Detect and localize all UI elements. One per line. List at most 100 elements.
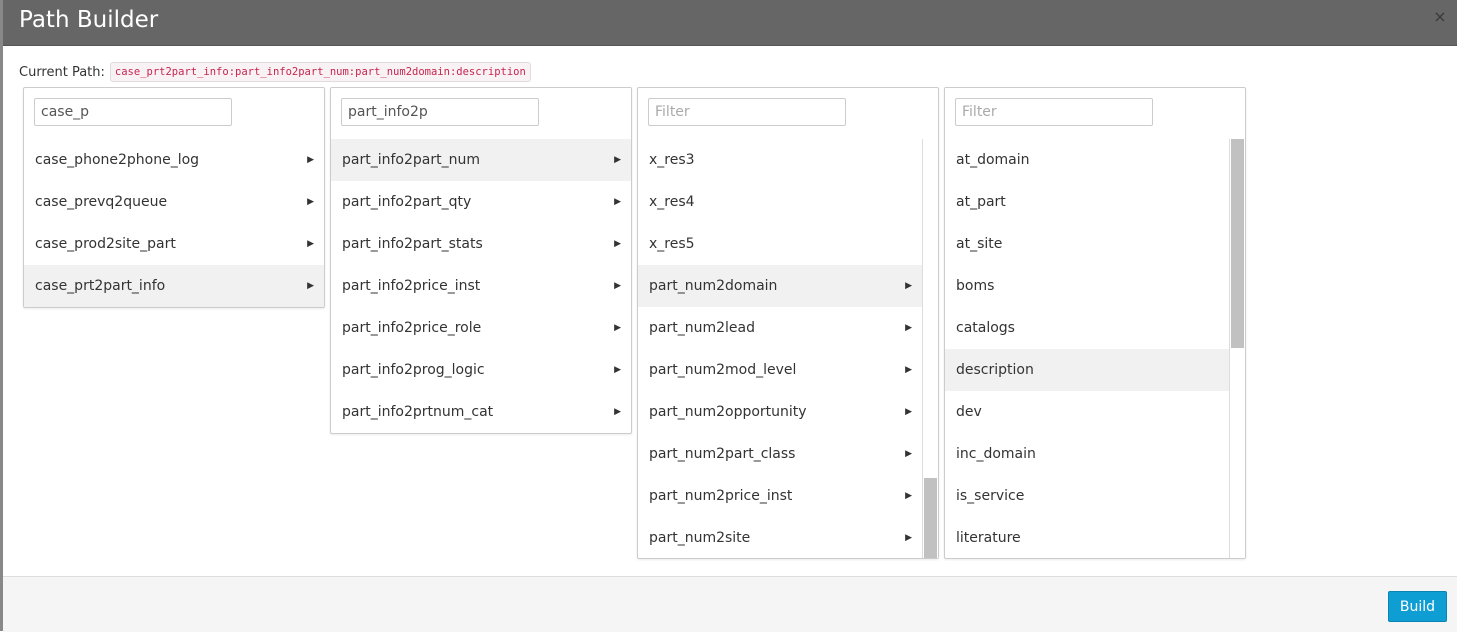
column-1-filter-input[interactable] [34,98,232,126]
list-item-label: part_info2prog_logic [342,362,485,378]
arrow-right-icon: ▶ [614,239,621,249]
list-item[interactable]: case_prod2site_part ▶ [24,223,324,265]
list-item[interactable]: part_info2price_inst ▶ [331,265,631,307]
list-item[interactable]: part_num2site ▶ [638,517,922,558]
path-column-1: case_phone2phone_log▶case_prevq2queue▶ca… [23,87,325,308]
list-item[interactable]: x_res3 [638,139,922,181]
list-item-label: case_prevq2queue [35,194,168,210]
column-2-filter-input[interactable] [341,98,539,126]
list-item-label: at_site [956,236,1003,252]
close-icon[interactable]: × [1433,9,1447,25]
list-item[interactable]: literature [945,517,1229,558]
current-path: Current Path: case_prt2part_info:part_in… [19,62,531,82]
path-column-4: at_domain at_part at_siteboms catalogs descr… [944,87,1246,559]
list-item-label: part_info2part_num [342,152,480,168]
list-item-label: x_res5 [649,236,695,252]
list-item-label: description [956,362,1034,378]
list-item[interactable]: part_num2mod_level ▶ [638,349,922,391]
list-item[interactable]: part_info2prtnum_cat ▶ [331,391,631,433]
list-item-label: boms [956,278,995,294]
list-item[interactable]: at_part [945,181,1229,223]
column-4-scroll-thumb[interactable] [1231,139,1244,348]
list-item-label: part_num2site [649,530,751,546]
list-item[interactable]: part_num2part_class ▶ [638,433,922,475]
list-item-label: part_info2price_inst [342,278,481,294]
list-item[interactable]: at_domain [945,139,1229,181]
dialog-title: Path Builder [19,7,159,33]
arrow-right-icon: ▶ [905,449,912,459]
list-item[interactable]: part_info2price_role ▶ [331,307,631,349]
dialog-footer [3,576,1457,632]
list-item-label: case_phone2phone_log [35,152,200,168]
list-item-label: part_num2domain [649,278,778,294]
list-item[interactable]: part_num2opportunity ▶ [638,391,922,433]
arrow-right-icon: ▶ [614,323,621,333]
arrow-right-icon: ▶ [905,281,912,291]
arrow-right-icon: ▶ [905,365,912,375]
column-4-scrollbar[interactable] [1229,139,1245,558]
list-item-label: at_part [956,194,1006,210]
arrow-right-icon: ▶ [307,281,314,291]
arrow-right-icon: ▶ [614,155,621,165]
list-item[interactable]: part_info2prog_logic ▶ [331,349,631,391]
list-item-label: x_res3 [649,152,695,168]
list-item[interactable]: inc_domain [945,433,1229,475]
list-item-label: is_service [956,488,1025,504]
list-item[interactable]: part_info2part_qty ▶ [331,181,631,223]
list-item-label: inc_domain [956,446,1036,462]
arrow-right-icon: ▶ [614,197,621,207]
window-edge [0,0,3,631]
list-item[interactable]: x_res5 [638,223,922,265]
column-3-filter-input[interactable] [648,98,846,126]
list-item[interactable]: part_num2price_inst ▶ [638,475,922,517]
list-item[interactable]: part_num2domain ▶ [638,265,922,307]
list-item-label: part_num2opportunity [649,404,807,420]
arrow-right-icon: ▶ [905,407,912,417]
list-item[interactable]: at_site [945,223,1229,265]
current-path-value: case_prt2part_info:part_info2part_num:pa… [109,62,531,82]
list-item[interactable]: description [945,349,1229,391]
list-item[interactable]: is_service [945,475,1229,517]
column-1-list: case_phone2phone_log ▶ case_prevq2queue ▶ ca… [24,139,324,307]
list-item[interactable]: case_phone2phone_log ▶ [24,139,324,181]
list-item-label: part_info2price_role [342,320,482,336]
list-item-label: part_info2part_qty [342,194,472,210]
build-button[interactable]: Build [1388,591,1447,622]
path-column-2: part_info2part_num▶part_info2part_qty▶pa… [330,87,632,434]
column-4-filter-input[interactable] [955,98,1153,126]
arrow-right-icon: ▶ [614,281,621,291]
path-column-3: x_res3x_res4x_res5part_num2domain▶part_n… [637,87,939,559]
column-3-scroll-thumb[interactable] [924,478,937,558]
list-item-label: at_domain [956,152,1030,168]
list-item-label: x_res4 [649,194,695,210]
list-item-label: part_info2prtnum_cat [342,404,494,420]
list-item[interactable]: part_num2lead ▶ [638,307,922,349]
list-item-label: case_prod2site_part [35,236,176,252]
arrow-right-icon: ▶ [905,323,912,333]
list-item[interactable]: case_prt2part_info ▶ [24,265,324,307]
arrow-right-icon: ▶ [614,365,621,375]
list-item[interactable]: catalogs [945,307,1229,349]
arrow-right-icon: ▶ [307,155,314,165]
list-item-label: part_num2mod_level [649,362,797,378]
list-item[interactable]: dev [945,391,1229,433]
column-4-list: at_domain at_part at_siteboms catalogs descr… [945,139,1245,558]
list-item-label: part_num2part_class [649,446,796,462]
list-item[interactable]: part_info2part_stats ▶ [331,223,631,265]
list-item-label: dev [956,404,982,420]
current-path-label: Current Path: [19,64,105,80]
column-3-list: x_res3 x_res4 x_res5 part_num2domain ▶ part_n… [638,139,938,558]
list-item[interactable]: case_prevq2queue ▶ [24,181,324,223]
arrow-right-icon: ▶ [307,239,314,249]
arrow-right-icon: ▶ [614,407,621,417]
arrow-right-icon: ▶ [905,533,912,543]
list-item[interactable]: part_info2part_num ▶ [331,139,631,181]
list-item[interactable]: boms [945,265,1229,307]
list-item-label: catalogs [956,320,1015,336]
list-item[interactable]: x_res4 [638,181,922,223]
dialog-header: Path Builder × [3,0,1457,46]
list-item-label: part_num2lead [649,320,755,336]
column-3-scrollbar[interactable] [922,139,938,558]
list-item-label: part_num2price_inst [649,488,793,504]
list-item-label: literature [956,530,1021,546]
